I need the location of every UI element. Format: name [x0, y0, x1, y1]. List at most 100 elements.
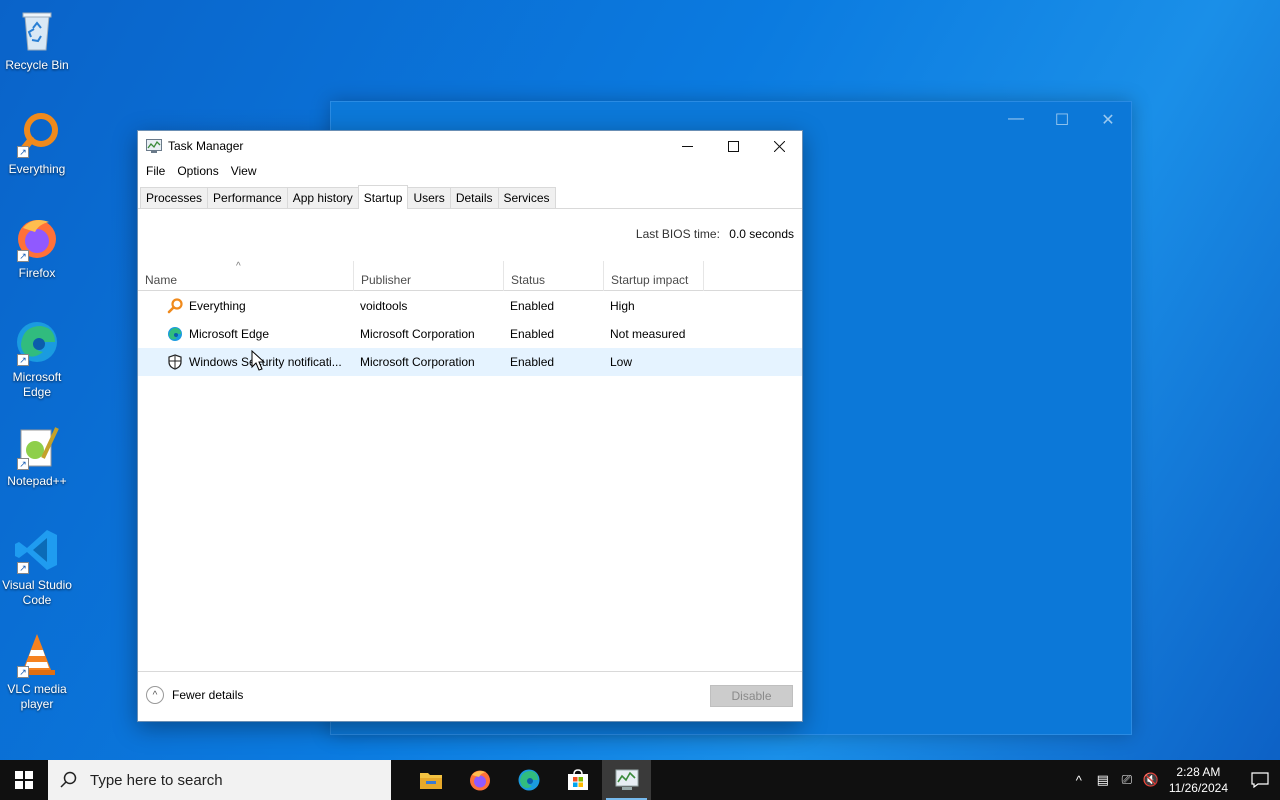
task-manager-icon — [146, 139, 162, 153]
taskbar-store[interactable] — [553, 760, 602, 800]
clock-time: 2:28 AM — [1176, 765, 1221, 779]
bios-time: Last BIOS time: 0.0 seconds — [636, 227, 794, 241]
clock-date: 11/26/2024 — [1168, 781, 1228, 795]
system-tray: ^ ▤ ⎚ 🔇 2:28 AM 11/26/2024 — [1067, 760, 1280, 800]
taskbar-file-explorer[interactable] — [406, 760, 455, 800]
notification-icon — [1251, 772, 1269, 788]
bios-time-value: 0.0 seconds — [729, 227, 794, 241]
tab-strip: Processes Performance App history Startu… — [138, 183, 802, 209]
volume-muted-icon[interactable]: 🔇 — [1139, 772, 1163, 788]
network-icon[interactable]: ⎚ — [1115, 772, 1139, 788]
column-header-status[interactable]: Status — [504, 261, 604, 291]
desktop-icon-label: Microsoft Edge — [12, 370, 62, 399]
desktop-icon-label: Notepad++ — [7, 474, 67, 488]
desktop-icon-recycle-bin[interactable]: Recycle Bin — [2, 6, 72, 73]
shortcut-arrow-icon: ↗ — [17, 666, 29, 678]
desktop-icon-vlc[interactable]: ↗ VLC media player — [2, 630, 72, 712]
minimize-button[interactable] — [664, 131, 710, 161]
tab-performance[interactable]: Performance — [207, 187, 288, 208]
mouse-cursor-icon — [251, 350, 265, 371]
column-header-label: Name — [145, 273, 178, 287]
bios-time-label: Last BIOS time: — [635, 227, 720, 241]
taskbar-task-manager[interactable] — [602, 760, 651, 800]
table-row[interactable]: Windows Security notificati... Microsoft… — [138, 348, 802, 376]
maximize-button[interactable] — [710, 131, 756, 161]
tab-startup[interactable]: Startup — [357, 185, 409, 209]
table-row[interactable]: Microsoft Edge Microsoft Corporation Ena… — [138, 320, 802, 348]
firefox-icon: ↗ — [13, 214, 61, 262]
menu-file[interactable]: File — [140, 164, 171, 178]
folder-icon — [419, 773, 442, 789]
column-header-name[interactable]: ^ Name — [138, 261, 354, 291]
row-publisher: voidtools — [360, 299, 408, 313]
recycle-bin-icon — [13, 6, 61, 54]
row-impact: Low — [610, 355, 633, 369]
firefox-icon — [469, 770, 490, 791]
store-icon — [567, 769, 588, 790]
notification-center-button[interactable] — [1240, 772, 1280, 788]
close-icon — [773, 140, 785, 152]
startup-list: Everything voidtools Enabled High Micros… — [138, 292, 802, 376]
shortcut-arrow-icon: ↗ — [17, 562, 29, 574]
close-button[interactable] — [756, 131, 802, 161]
edge-icon: ↗ — [13, 318, 61, 366]
taskbar-search-box[interactable]: Type here to search — [48, 760, 391, 800]
column-header-label: Publisher — [361, 273, 412, 287]
tab-users[interactable]: Users — [407, 187, 451, 208]
disable-button[interactable]: Disable — [710, 685, 793, 707]
vscode-icon: ↗ — [13, 526, 61, 574]
fewer-details-label: Fewer details — [172, 688, 244, 702]
start-button[interactable] — [0, 760, 48, 800]
tab-details[interactable]: Details — [449, 187, 499, 208]
menu-options[interactable]: Options — [171, 164, 224, 178]
desktop-icon-label: Everything — [8, 162, 66, 176]
tab-app-history[interactable]: App history — [286, 187, 359, 208]
chevron-up-icon: ^ — [146, 686, 164, 704]
row-status: Enabled — [510, 299, 555, 313]
column-header-publisher[interactable]: Publisher — [354, 261, 504, 291]
fewer-details-button[interactable]: ^ Fewer details — [146, 686, 243, 704]
menu-bar: File Options View — [138, 161, 802, 181]
desktop-icon-label: VLC media player — [7, 682, 67, 711]
clock[interactable]: 2:28 AM 11/26/2024 — [1169, 764, 1228, 796]
desktop-icon-label: Firefox — [18, 266, 56, 280]
title-bar[interactable]: Task Manager — [138, 131, 802, 161]
desktop-icon-firefox[interactable]: ↗ Firefox — [2, 214, 72, 281]
column-header-startup-impact[interactable]: Startup impact — [604, 261, 704, 291]
maximize-icon — [727, 140, 739, 152]
tab-processes[interactable]: Processes — [140, 187, 209, 208]
task-manager-window: Task Manager File Options View Processes… — [137, 130, 803, 722]
task-manager-icon — [615, 769, 638, 790]
windows-logo-icon — [15, 771, 33, 789]
shield-icon — [168, 354, 182, 370]
sort-up-icon: ^ — [236, 261, 241, 272]
minimize-icon — [681, 145, 693, 147]
close-icon: ✕ — [1101, 112, 1115, 129]
taskbar-edge[interactable] — [504, 760, 553, 800]
row-publisher: Microsoft Corporation — [360, 327, 475, 341]
edge-icon — [168, 327, 182, 341]
shortcut-arrow-icon: ↗ — [17, 146, 29, 158]
table-row[interactable]: Everything voidtools Enabled High — [138, 292, 802, 320]
desktop-icon-edge[interactable]: ↗ Microsoft Edge — [2, 318, 72, 400]
menu-view[interactable]: View — [225, 164, 263, 178]
maximize-icon: ☐ — [1054, 112, 1070, 129]
column-header-label: Status — [511, 273, 546, 287]
taskbar: Type here to search ^ ▤ ⎚ 🔇 2:28 AM 11/2… — [0, 760, 1280, 800]
tab-services[interactable]: Services — [497, 187, 556, 208]
taskbar-firefox[interactable] — [455, 760, 504, 800]
edge-icon — [518, 769, 539, 791]
row-status: Enabled — [510, 327, 555, 341]
desktop-icon-everything[interactable]: ↗ Everything — [2, 110, 72, 177]
desktop-icon-label: Visual Studio Code — [2, 578, 72, 607]
desktop-icon-vscode[interactable]: ↗ Visual Studio Code — [2, 526, 72, 608]
shortcut-arrow-icon: ↗ — [17, 354, 29, 366]
desktop-icon-notepadpp[interactable]: ↗ Notepad++ — [2, 422, 72, 489]
device-icon[interactable]: ▤ — [1091, 772, 1115, 788]
footer: ^ Fewer details Disable — [138, 671, 802, 721]
shortcut-arrow-icon: ↗ — [17, 250, 29, 262]
column-headers: ^ Name Publisher Status Startup impact — [138, 261, 802, 291]
row-name: Microsoft Edge — [189, 327, 270, 341]
shortcut-arrow-icon: ↗ — [17, 458, 29, 470]
show-hidden-icons-chevron-icon[interactable]: ^ — [1067, 773, 1091, 788]
